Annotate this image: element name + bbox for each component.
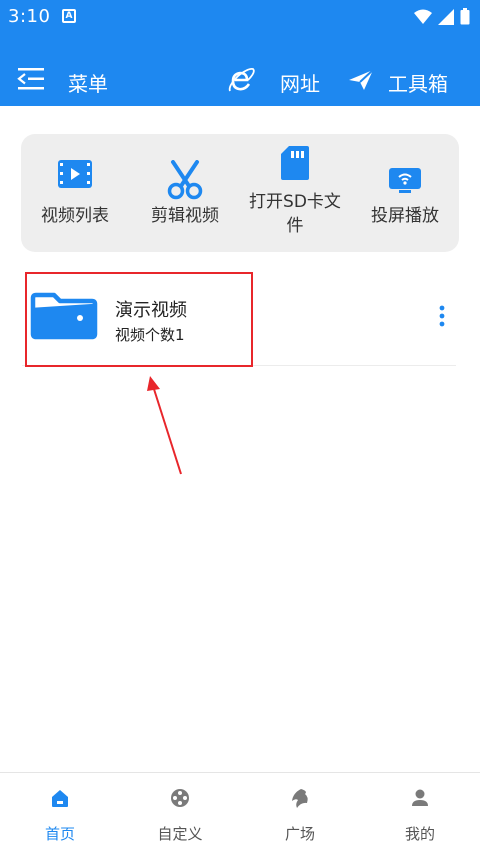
- paper-plane-icon[interactable]: [348, 68, 374, 92]
- nav-custom[interactable]: 自定义: [120, 773, 240, 853]
- nav-home[interactable]: 首页: [0, 773, 120, 853]
- quick-label: 打开SD卡文件: [249, 192, 341, 236]
- menu-label[interactable]: 菜单: [68, 68, 108, 97]
- bottom-navigation: 首页 自定义 广场 我的: [0, 772, 480, 853]
- quick-label: 视频列表: [41, 206, 109, 226]
- status-time: 3:10: [8, 6, 51, 27]
- user-icon: [412, 789, 428, 806]
- nav-label: 我的: [404, 825, 435, 843]
- system-icons: [414, 8, 470, 25]
- quick-actions-panel: 视频列表 剪辑视频 打开SD卡文件 投屏播放: [21, 134, 459, 252]
- scissors-icon: [167, 160, 203, 200]
- nav-label: 广场: [284, 825, 315, 843]
- plaza-icon: [292, 789, 308, 808]
- quick-edit-video[interactable]: 剪辑视频: [131, 134, 239, 252]
- video-list-icon: [58, 160, 92, 188]
- web-label[interactable]: 网址: [280, 68, 320, 97]
- nav-label: 自定义: [157, 825, 203, 843]
- nav-label: 首页: [44, 825, 75, 843]
- folder-icon: [30, 292, 98, 340]
- app-bar: 菜单 网址 工具箱: [0, 34, 480, 106]
- signal-icon: [438, 8, 454, 25]
- quick-cast-play[interactable]: 投屏播放: [351, 134, 459, 252]
- nav-mine[interactable]: 我的: [360, 773, 480, 853]
- sd-card-icon: [281, 146, 309, 180]
- home-icon: [52, 790, 68, 807]
- nav-plaza[interactable]: 广场: [240, 773, 360, 853]
- quick-open-sd[interactable]: 打开SD卡文件: [243, 134, 347, 252]
- more-options-icon[interactable]: [436, 304, 448, 330]
- folder-title: 演示视频: [115, 300, 187, 321]
- quick-label: 剪辑视频: [151, 206, 219, 226]
- notification-a-icon: A: [62, 9, 76, 23]
- quick-video-list[interactable]: 视频列表: [21, 134, 129, 252]
- cast-screen-icon: [389, 168, 421, 193]
- quick-label: 投屏播放: [371, 206, 439, 226]
- film-reel-icon: [171, 789, 189, 807]
- browser-e-icon[interactable]: [228, 66, 256, 94]
- folder-list-item[interactable]: 演示视频 视频个数1: [22, 270, 456, 367]
- wifi-icon: [414, 9, 432, 24]
- menu-drawer-icon[interactable]: [16, 66, 46, 92]
- status-bar: 3:10 A: [0, 0, 480, 34]
- tools-label[interactable]: 工具箱: [388, 68, 448, 97]
- battery-icon: [460, 8, 470, 25]
- annotation-arrow: [147, 376, 182, 475]
- folder-video-count: 视频个数1: [115, 326, 185, 344]
